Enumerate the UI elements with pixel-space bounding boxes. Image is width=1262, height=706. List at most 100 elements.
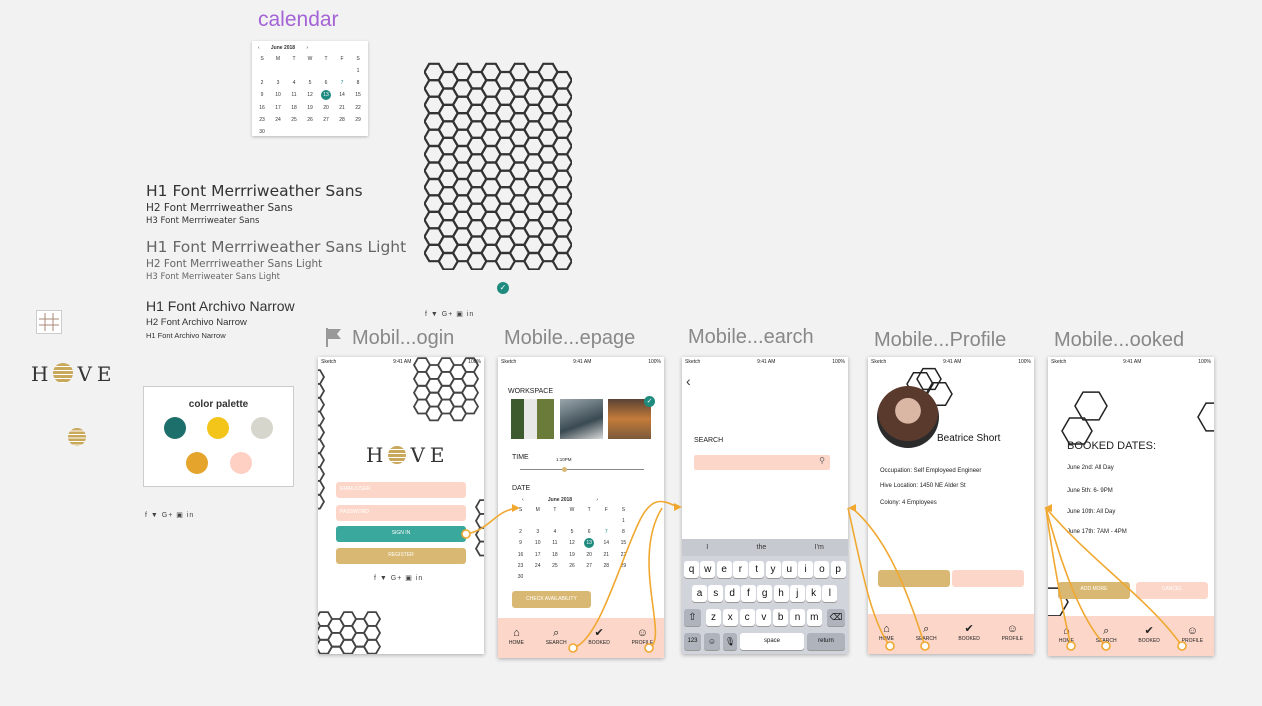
key-x[interactable]: x (722, 609, 738, 626)
return-key[interactable]: return (807, 633, 845, 650)
calendar-day[interactable]: 1 (615, 517, 632, 525)
time-slider[interactable] (520, 469, 644, 470)
search-input[interactable]: ⚲ (694, 455, 830, 470)
profile-action-button[interactable] (878, 570, 950, 587)
key-t[interactable]: t (749, 561, 765, 578)
add-more-button[interactable]: ADD MORE (1058, 582, 1130, 599)
key-a[interactable]: a (692, 585, 707, 602)
key-g[interactable]: g (757, 585, 773, 602)
tab-search[interactable]: ⌕ SEARCH (1096, 624, 1117, 644)
calendar-day[interactable]: 27 (318, 116, 334, 124)
calendar-day[interactable]: 14 (598, 539, 615, 547)
calendar-day[interactable]: 6 (581, 528, 598, 536)
key-b[interactable]: b (773, 609, 789, 626)
emoji-icon[interactable]: ☺ (704, 633, 720, 650)
calendar-day[interactable]: 7 (598, 528, 615, 536)
key-i[interactable]: i (798, 561, 814, 578)
back-arrow-icon[interactable]: ‹ (686, 373, 691, 389)
calendar-day[interactable]: 25 (286, 116, 302, 124)
suggestion-2[interactable]: the (757, 539, 767, 556)
key-n[interactable]: n (790, 609, 805, 626)
tab-home[interactable]: ⌂ HOME (509, 626, 524, 646)
key-j[interactable]: j (789, 585, 805, 602)
calendar-day[interactable]: 1 (350, 67, 366, 75)
chevron-left-icon[interactable]: ‹ (522, 497, 524, 503)
calendar-day[interactable]: 29 (615, 562, 632, 570)
artboard-label-homepage[interactable]: Mobile...epage (504, 327, 635, 350)
key-l[interactable]: l (822, 585, 838, 602)
calendar-day[interactable]: 30 (512, 573, 529, 581)
suggestion-1[interactable]: I (706, 539, 708, 556)
tab-profile[interactable]: ☺ PROFILE (1182, 624, 1203, 644)
calendar-day[interactable]: 28 (334, 116, 350, 124)
key-q[interactable]: q (684, 561, 699, 578)
calendar-day[interactable]: 15 (350, 91, 366, 99)
calendar-day[interactable]: 11 (286, 91, 302, 99)
shift-key[interactable]: ⇧ (684, 609, 701, 626)
calendar-day[interactable]: 2 (512, 528, 529, 536)
tab-search[interactable]: ⌕ SEARCH (916, 622, 937, 642)
register-button[interactable]: REGISTER (336, 548, 466, 564)
calendar-day[interactable]: 20 (318, 104, 334, 112)
calendar-day[interactable]: 4 (286, 79, 302, 87)
calendar-day[interactable]: 9 (512, 539, 529, 547)
calendar-day[interactable]: 21 (334, 104, 350, 112)
calendar-day[interactable]: 26 (563, 562, 580, 570)
calendar-day[interactable]: 6 (318, 79, 334, 87)
calendar-day[interactable]: 22 (350, 104, 366, 112)
key-k[interactable]: k (806, 585, 822, 602)
artboard-label-booked[interactable]: Mobile...ooked (1054, 329, 1184, 352)
password-field[interactable]: PASSWORD (336, 505, 466, 521)
calendar-day[interactable]: 24 (529, 562, 546, 570)
calendar-day[interactable]: 13 (321, 90, 331, 100)
artboard-label-search[interactable]: Mobile...earch (688, 326, 814, 349)
calendar-day[interactable]: 16 (254, 104, 270, 112)
key-e[interactable]: e (716, 561, 732, 578)
key-m[interactable]: m (806, 609, 822, 626)
tab-booked[interactable]: ✔ BOOKED (588, 626, 609, 646)
calendar-day[interactable]: 27 (581, 562, 598, 570)
workspace-photo-1[interactable] (511, 399, 554, 439)
microphone-icon[interactable]: 🎙 (723, 633, 737, 650)
key-w[interactable]: w (700, 561, 716, 578)
key-o[interactable]: o (814, 561, 830, 578)
calendar-day[interactable]: 22 (615, 551, 632, 559)
tab-home[interactable]: ⌂ HOME (1059, 624, 1074, 644)
calendar-day[interactable]: 23 (254, 116, 270, 124)
key-u[interactable]: u (781, 561, 797, 578)
key-f[interactable]: f (740, 585, 756, 602)
calendar-day[interactable]: 25 (546, 562, 563, 570)
calendar-day[interactable]: 8 (615, 528, 632, 536)
tab-booked[interactable]: ✔ BOOKED (958, 622, 979, 642)
calendar-day[interactable]: 2 (254, 79, 270, 87)
check-availability-button[interactable]: CHECK AVAILABILITY (512, 591, 591, 608)
numbers-key[interactable]: 123 (684, 633, 701, 650)
tab-home[interactable]: ⌂ HOME (879, 622, 894, 642)
calendar-day[interactable]: 14 (334, 91, 350, 99)
calendar-day[interactable]: 24 (270, 116, 286, 124)
calendar-day[interactable]: 26 (302, 116, 318, 124)
calendar-day[interactable]: 13 (584, 538, 595, 548)
tab-profile[interactable]: ☺ PROFILE (632, 626, 653, 646)
space-key[interactable]: space (740, 633, 804, 650)
calendar-day[interactable]: 4 (546, 528, 563, 536)
tab-booked[interactable]: ✔ BOOKED (1138, 624, 1159, 644)
suggestion-3[interactable]: I'm (815, 539, 824, 556)
calendar-day[interactable]: 15 (615, 539, 632, 547)
calendar-day[interactable]: 12 (563, 539, 580, 547)
key-z[interactable]: z (706, 609, 721, 626)
key-h[interactable]: h (773, 585, 789, 602)
delete-key[interactable]: ⌫ (827, 609, 845, 626)
search-icon[interactable]: ⚲ (819, 456, 825, 465)
calendar-day[interactable]: 20 (581, 551, 598, 559)
chevron-left-icon[interactable]: ‹ (258, 45, 260, 51)
chevron-right-icon[interactable]: › (596, 497, 598, 503)
key-d[interactable]: d (724, 585, 740, 602)
workspace-photo-2[interactable] (560, 399, 603, 439)
profile-secondary-button[interactable] (952, 570, 1024, 587)
calendar-day[interactable]: 16 (512, 551, 529, 559)
calendar-day[interactable]: 10 (270, 91, 286, 99)
chevron-right-icon[interactable]: › (306, 45, 308, 51)
cancel-button[interactable]: CANCEL (1136, 582, 1208, 599)
key-y[interactable]: y (765, 561, 781, 578)
